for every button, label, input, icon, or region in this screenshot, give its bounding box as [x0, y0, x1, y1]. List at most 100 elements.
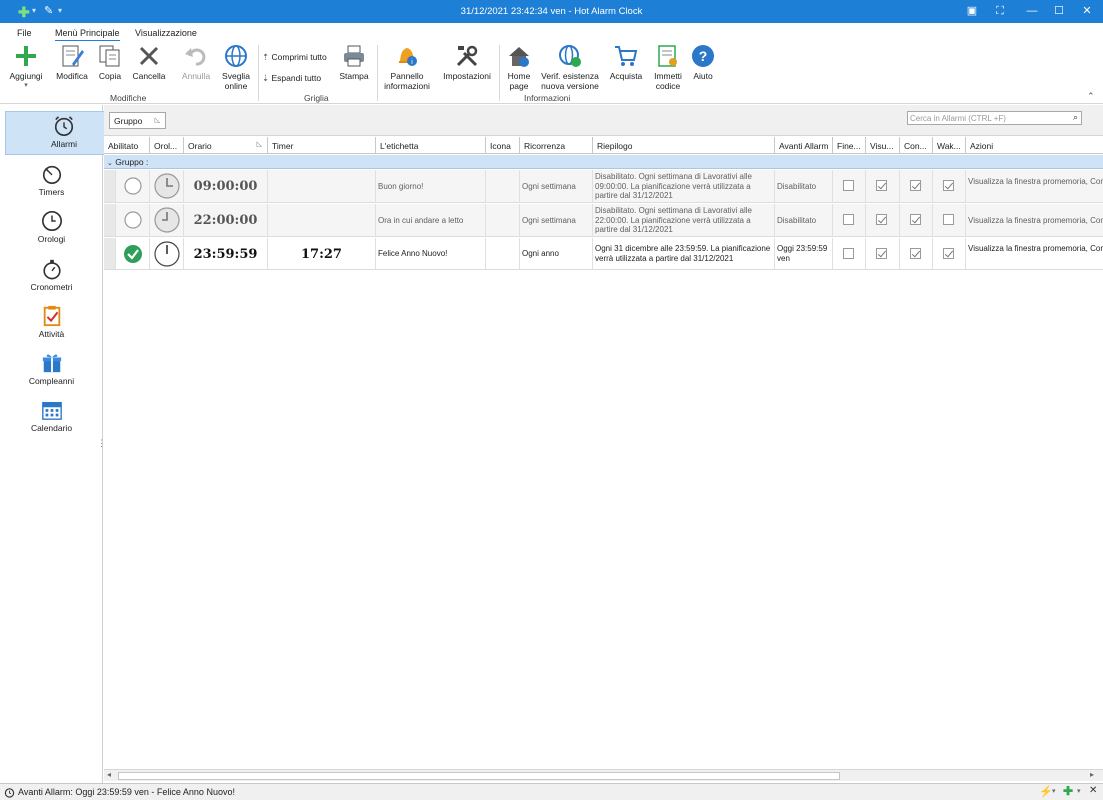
- column-header-orario[interactable]: Orario ◺: [184, 137, 268, 154]
- column-header-icona[interactable]: Icona: [486, 137, 520, 154]
- checkbox[interactable]: [843, 248, 854, 259]
- column-header-azioni[interactable]: Azioni: [966, 137, 1103, 154]
- edit-button[interactable]: Modifica: [52, 44, 92, 81]
- column-header-orologio[interactable]: Orol...: [150, 137, 184, 154]
- scroll-left-icon[interactable]: ◂: [107, 770, 111, 779]
- tab-file[interactable]: File: [17, 28, 32, 38]
- undo-button[interactable]: Annulla: [176, 44, 216, 81]
- collapse-ribbon-icon[interactable]: ⌃: [1087, 91, 1095, 102]
- checkbox-cell[interactable]: [933, 238, 966, 269]
- checkbox-cell[interactable]: [866, 238, 900, 269]
- chevron-down-icon[interactable]: ⌄: [107, 160, 113, 167]
- checkbox[interactable]: [910, 248, 921, 259]
- collapse-all-button[interactable]: ⇡ Comprimi tutto: [262, 52, 327, 63]
- checkbox[interactable]: [876, 248, 887, 259]
- copy-button[interactable]: Copia: [95, 44, 125, 81]
- checkbox[interactable]: [943, 214, 954, 225]
- close-button[interactable]: ✕: [1073, 0, 1101, 23]
- column-header-wakeup[interactable]: Wak...: [933, 137, 966, 154]
- fullscreen-icon[interactable]: ⛶: [986, 0, 1014, 23]
- ribbon-separator: [377, 45, 378, 101]
- search-icon[interactable]: ⌕: [1073, 112, 1078, 123]
- scrollbar-thumb[interactable]: [118, 772, 840, 780]
- chevron-down-icon[interactable]: ▾: [1052, 787, 1056, 795]
- sidebar-item-label: Compleanni: [28, 376, 75, 386]
- home-page-button[interactable]: Home page: [503, 44, 535, 91]
- checkbox-cell[interactable]: [833, 204, 866, 236]
- buy-button[interactable]: Acquista: [606, 44, 646, 81]
- tab-visualizzazione[interactable]: Visualizzazione: [135, 28, 197, 38]
- help-button[interactable]: ? Aiuto: [690, 44, 716, 81]
- enabled-cell[interactable]: [116, 204, 150, 236]
- column-header-conferma[interactable]: Con...: [900, 137, 933, 154]
- chevron-down-icon[interactable]: ▾: [1077, 787, 1081, 795]
- maximize-button[interactable]: ☐: [1045, 0, 1073, 23]
- checkbox[interactable]: [843, 180, 854, 191]
- sidebar-item-calendario[interactable]: Calendario: [0, 396, 103, 440]
- horizontal-scrollbar[interactable]: ◂ ▸: [104, 769, 1103, 781]
- column-header-riepilogo[interactable]: Riepilogo: [593, 137, 775, 154]
- column-header-ricorrenza[interactable]: Ricorrenza: [520, 137, 593, 154]
- add-button[interactable]: Aggiungi ▾: [6, 44, 46, 91]
- checkbox-cell[interactable]: [833, 170, 866, 202]
- sidebar-item-cronometri[interactable]: Cronometri: [0, 255, 103, 299]
- disabled-circle-icon[interactable]: [124, 211, 142, 229]
- close-icon[interactable]: ✕: [1089, 785, 1097, 796]
- timer-cell: [268, 204, 376, 236]
- checkbox[interactable]: [943, 248, 954, 259]
- checkbox-cell[interactable]: [933, 204, 966, 236]
- column-header-visualizza[interactable]: Visu...: [866, 137, 900, 154]
- column-header-avanti-allarm[interactable]: Avanti Allarm: [775, 137, 833, 154]
- enabled-cell[interactable]: [116, 170, 150, 202]
- checkbox[interactable]: [910, 180, 921, 191]
- plus-icon[interactable]: ✚: [1063, 784, 1073, 798]
- settings-button[interactable]: Impostazioni: [440, 44, 494, 81]
- label-cell: Ora in cui andare a letto: [376, 204, 486, 236]
- checkbox[interactable]: [943, 180, 954, 191]
- group-by-chip[interactable]: Gruppo ◺: [109, 112, 166, 129]
- checkbox-cell[interactable]: [900, 238, 933, 269]
- info-panel-button[interactable]: i Pannello informazioni: [381, 44, 433, 91]
- scroll-right-icon[interactable]: ▸: [1090, 770, 1094, 779]
- column-header-timer[interactable]: Timer: [268, 137, 376, 154]
- minimize-button[interactable]: —: [1018, 0, 1046, 23]
- column-header-fine[interactable]: Fine...: [833, 137, 866, 154]
- print-button[interactable]: Stampa: [337, 44, 371, 81]
- disabled-circle-icon[interactable]: [124, 177, 142, 195]
- tab-menu-principale[interactable]: Menù Principale: [55, 28, 120, 42]
- wakeup-online-button[interactable]: Sveglia online: [216, 44, 256, 91]
- table-row[interactable]: 22:00:00 Ora in cui andare a letto Ogni …: [104, 204, 1103, 237]
- group-row[interactable]: ⌄ Gruppo :: [104, 155, 1103, 169]
- undo-label: Annulla: [181, 71, 211, 81]
- table-row[interactable]: 23:59:59 17:27 Felice Anno Nuovo! Ogni a…: [104, 238, 1103, 270]
- checkbox[interactable]: [876, 180, 887, 191]
- checkbox-cell[interactable]: [900, 204, 933, 236]
- info-panel-label: Pannello informazioni: [384, 71, 430, 91]
- column-header-etichetta[interactable]: L'etichetta: [376, 137, 486, 154]
- checkbox-cell[interactable]: [866, 204, 900, 236]
- delete-button[interactable]: Cancella: [129, 44, 169, 81]
- checkbox[interactable]: [843, 214, 854, 225]
- enabled-check-icon[interactable]: [123, 244, 143, 264]
- help-icon[interactable]: ▣: [958, 0, 986, 23]
- sidebar-item-timers[interactable]: Timers: [0, 160, 103, 204]
- enter-code-button[interactable]: Immetti codice: [651, 44, 685, 91]
- checkbox-cell[interactable]: [833, 238, 866, 269]
- checkbox[interactable]: [910, 214, 921, 225]
- table-row[interactable]: 09:00:00 Buon giorno! Ogni settimana Dis…: [104, 170, 1103, 203]
- check-version-button[interactable]: Verif. esistenza nuova versione: [540, 44, 600, 91]
- lightning-icon[interactable]: ⚡: [1039, 785, 1053, 798]
- sidebar-item-compleanni[interactable]: Compleanni: [0, 349, 103, 393]
- group-by-chip-label: Gruppo: [114, 116, 143, 126]
- expand-all-button[interactable]: ⇣ Espandi tutto: [262, 73, 321, 84]
- sidebar-item-attivita[interactable]: Attività: [0, 302, 103, 346]
- checkbox-cell[interactable]: [933, 170, 966, 202]
- clock-icon: [41, 211, 62, 231]
- checkbox-cell[interactable]: [900, 170, 933, 202]
- enabled-cell[interactable]: [116, 238, 150, 269]
- checkbox-cell[interactable]: [866, 170, 900, 202]
- sidebar-item-orologi[interactable]: Orologi: [0, 207, 103, 251]
- search-input[interactable]: Cerca in Allarmi (CTRL +F) ⌕: [907, 111, 1082, 125]
- column-header-abilitato[interactable]: Abilitato: [104, 137, 150, 154]
- checkbox[interactable]: [876, 214, 887, 225]
